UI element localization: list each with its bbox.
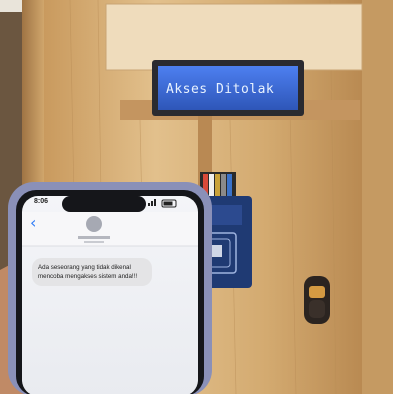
smartphone: [8, 182, 212, 394]
message-line-1: Ada seseorang yang tidak dikenal: [38, 264, 131, 271]
message-bubble: Ada seseorang yang tidak dikenal mencoba…: [32, 258, 152, 286]
lcd-message: Akses Ditolak: [166, 82, 274, 97]
contact-avatar-icon: [86, 216, 102, 232]
message-line-2: mencoba mengakses sistem anda!!!: [38, 273, 138, 280]
door-frame-right: [362, 0, 393, 394]
phone-notch: [62, 196, 146, 212]
back-chevron-icon[interactable]: ‹: [30, 215, 36, 231]
scene-svg: Akses Ditolak: [0, 0, 393, 394]
door-scene: Akses Ditolak 8:06 ‹ Ada seseorang yang …: [0, 0, 393, 394]
door-knob: [304, 276, 330, 324]
status-time: 8:06: [34, 198, 49, 205]
